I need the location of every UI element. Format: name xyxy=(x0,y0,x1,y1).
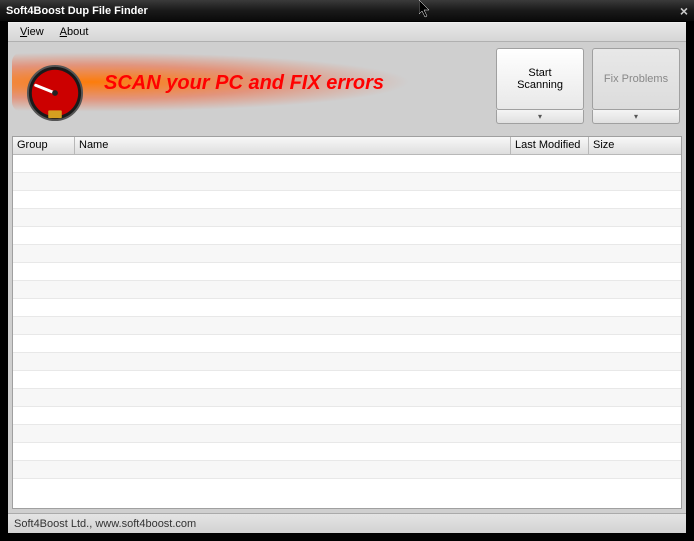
table-row[interactable] xyxy=(13,443,681,461)
table-row[interactable] xyxy=(13,407,681,425)
table-row[interactable] xyxy=(13,281,681,299)
column-header-group[interactable]: Group xyxy=(13,137,75,155)
close-icon[interactable]: × xyxy=(680,3,688,19)
table-row[interactable] xyxy=(13,299,681,317)
table-header: Group Name Last Modified Size xyxy=(13,137,681,155)
results-table: Group Name Last Modified Size xyxy=(12,136,682,509)
window-title: Soft4Boost Dup File Finder xyxy=(6,5,148,17)
statusbar: Soft4Boost Ltd., www.soft4boost.com xyxy=(8,513,686,533)
table-row[interactable] xyxy=(13,209,681,227)
column-header-size[interactable]: Size xyxy=(589,137,681,155)
column-header-modified[interactable]: Last Modified xyxy=(511,137,589,155)
table-row[interactable] xyxy=(13,317,681,335)
app-window: Soft4Boost Dup File Finder × View About … xyxy=(0,0,694,541)
action-buttons: Start Scanning ▾ Fix Problems ▾ xyxy=(496,48,680,124)
slogan-text: SCAN your PC and FIX errors xyxy=(104,72,384,95)
menu-about[interactable]: About xyxy=(54,24,95,40)
table-row[interactable] xyxy=(13,461,681,479)
menu-view[interactable]: View xyxy=(14,24,50,40)
table-body[interactable] xyxy=(13,155,681,508)
table-row[interactable] xyxy=(13,155,681,173)
table-row[interactable] xyxy=(13,371,681,389)
menubar: View About xyxy=(8,22,686,42)
table-row[interactable] xyxy=(13,191,681,209)
column-header-name[interactable]: Name xyxy=(75,137,511,155)
fix-problems-dropdown[interactable]: ▾ xyxy=(592,110,680,124)
table-row[interactable] xyxy=(13,335,681,353)
table-row[interactable] xyxy=(13,227,681,245)
status-text: Soft4Boost Ltd., www.soft4boost.com xyxy=(14,518,196,530)
start-scanning-dropdown[interactable]: ▾ xyxy=(496,110,584,124)
table-row[interactable] xyxy=(13,173,681,191)
table-row[interactable] xyxy=(13,389,681,407)
client-area: View About SCAN your PC and FIX errors S… xyxy=(8,22,686,533)
start-scanning-button[interactable]: Start Scanning xyxy=(496,48,584,110)
titlebar[interactable]: Soft4Boost Dup File Finder × xyxy=(0,0,694,22)
table-row[interactable] xyxy=(13,245,681,263)
banner: SCAN your PC and FIX errors Start Scanni… xyxy=(8,42,686,132)
table-row[interactable] xyxy=(13,263,681,281)
gauge-icon xyxy=(26,64,84,122)
fix-problems-button[interactable]: Fix Problems xyxy=(592,48,680,110)
table-row[interactable] xyxy=(13,425,681,443)
table-row[interactable] xyxy=(13,353,681,371)
